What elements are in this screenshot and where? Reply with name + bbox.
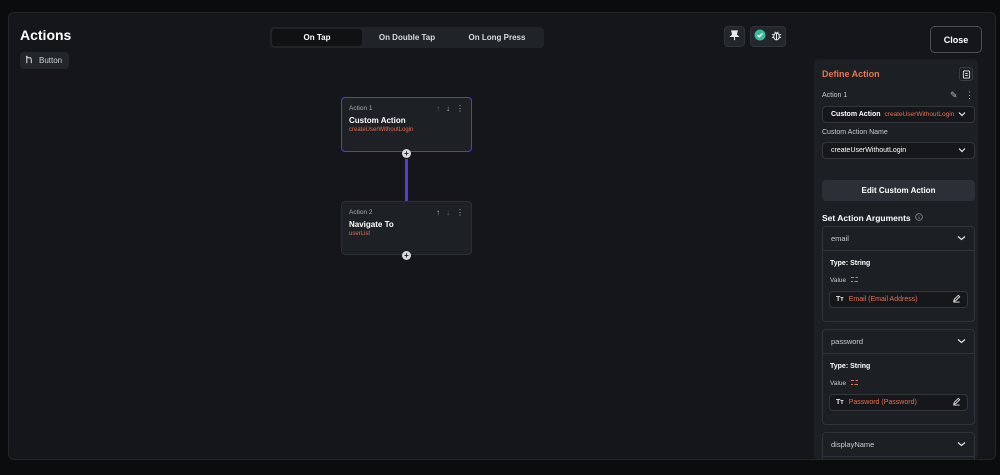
- argument-value-label: Value: [830, 276, 859, 285]
- tab-on-long-press[interactable]: On Long Press: [452, 29, 542, 46]
- argument-name: displayName: [831, 440, 875, 449]
- documentation-icon[interactable]: [959, 67, 973, 81]
- action-number-label: Action 1: [822, 92, 848, 99]
- page-title: Actions: [20, 27, 72, 43]
- action-name: Navigate To: [349, 220, 394, 229]
- value-label-text: Value: [830, 380, 847, 387]
- custom-action-name-value: createUserWithoutLogin: [831, 147, 907, 154]
- check-circle-icon: [754, 28, 766, 46]
- argument-displayname: displayName: [822, 432, 975, 459]
- custom-action-name-label: Custom Action Name: [822, 129, 888, 136]
- info-icon[interactable]: [914, 213, 923, 223]
- widget-chip-label: Button: [39, 56, 63, 65]
- chevron-down-icon: [958, 147, 966, 155]
- chevron-down-icon: [957, 234, 966, 243]
- actions-modal: Actions Button On Tap On Double Tap On L…: [8, 12, 996, 460]
- chevron-down-icon: [957, 337, 966, 346]
- close-button[interactable]: Close: [930, 26, 982, 53]
- chevron-down-icon: [957, 440, 966, 449]
- more-options-icon[interactable]: ⋮: [456, 208, 464, 217]
- action-detail: createUserWithoutLogin: [349, 127, 414, 133]
- widget-chip[interactable]: Button: [20, 52, 70, 69]
- move-up-icon[interactable]: ↑: [436, 104, 440, 113]
- tab-on-double-tap[interactable]: On Double Tap: [362, 29, 452, 46]
- trigger-tabs: On Tap On Double Tap On Long Press: [270, 27, 544, 48]
- action-card-2[interactable]: Action 2 Navigate To userList ↑ ↓ ⋮: [341, 201, 472, 255]
- argument-email: email Type: String Value Tт Email (Email…: [822, 226, 975, 322]
- argument-header[interactable]: displayName: [823, 433, 974, 457]
- action-detail: userList: [349, 231, 371, 237]
- edit-custom-action-button[interactable]: Edit Custom Action: [822, 180, 975, 201]
- argument-value-field[interactable]: Tт Email (Email Address): [829, 291, 968, 308]
- panel-title: Define Action: [822, 69, 880, 79]
- move-up-icon[interactable]: ↑: [436, 208, 440, 217]
- action-card-1[interactable]: Action 1 Custom Action createUserWithout…: [341, 97, 472, 152]
- value-label-text: Value: [830, 277, 847, 284]
- argument-header[interactable]: password: [823, 330, 974, 354]
- argument-header[interactable]: email: [823, 227, 974, 251]
- edit-pencil-icon[interactable]: [952, 294, 961, 305]
- section-title: Set Action Arguments: [822, 213, 911, 223]
- widget-icon: [25, 55, 34, 66]
- argument-name: password: [831, 337, 864, 346]
- argument-value-label: Value: [830, 379, 859, 388]
- action-type-dropdown[interactable]: Custom Action createUserWithoutLogin: [822, 106, 975, 123]
- add-action-icon[interactable]: +: [402, 149, 411, 158]
- action-connector: [405, 159, 408, 201]
- argument-value-field[interactable]: Tт Password (Password): [829, 394, 968, 411]
- action-type-prefix: Custom Action: [831, 111, 881, 118]
- more-options-icon[interactable]: ⋮: [456, 104, 464, 113]
- argument-value: Password (Password): [848, 399, 917, 406]
- text-type-icon: Tт: [836, 296, 844, 303]
- bug-icon: [771, 28, 782, 46]
- argument-type: Type: String: [830, 260, 871, 267]
- argument-name: email: [831, 234, 849, 243]
- variable-icon[interactable]: [850, 379, 859, 388]
- set-action-arguments-heading: Set Action Arguments: [822, 213, 923, 223]
- argument-value: Email (Email Address): [848, 296, 918, 303]
- text-type-icon: Tт: [836, 399, 844, 406]
- pin-icon: [729, 28, 740, 46]
- pin-button[interactable]: [724, 26, 745, 47]
- rename-pencil-icon[interactable]: ✎: [950, 90, 958, 101]
- action-name: Custom Action: [349, 116, 406, 125]
- move-down-icon[interactable]: ↓: [446, 104, 450, 113]
- add-action-icon[interactable]: +: [402, 251, 411, 260]
- define-action-panel: Define Action Action 1 ✎ ⋮ Custom Action…: [814, 59, 978, 459]
- custom-action-name-dropdown[interactable]: createUserWithoutLogin: [822, 142, 975, 159]
- argument-type: Type: String: [830, 363, 871, 370]
- move-down-icon[interactable]: ↓: [446, 208, 450, 217]
- tab-on-tap[interactable]: On Tap: [272, 29, 362, 46]
- chevron-down-icon: [958, 111, 966, 119]
- more-options-icon[interactable]: ⋮: [965, 90, 974, 101]
- variable-icon[interactable]: [850, 276, 859, 285]
- argument-password: password Type: String Value Tт Password …: [822, 329, 975, 425]
- edit-pencil-icon[interactable]: [952, 397, 961, 408]
- debug-toolbar[interactable]: [750, 26, 786, 47]
- action-type-value: createUserWithoutLogin: [884, 111, 955, 118]
